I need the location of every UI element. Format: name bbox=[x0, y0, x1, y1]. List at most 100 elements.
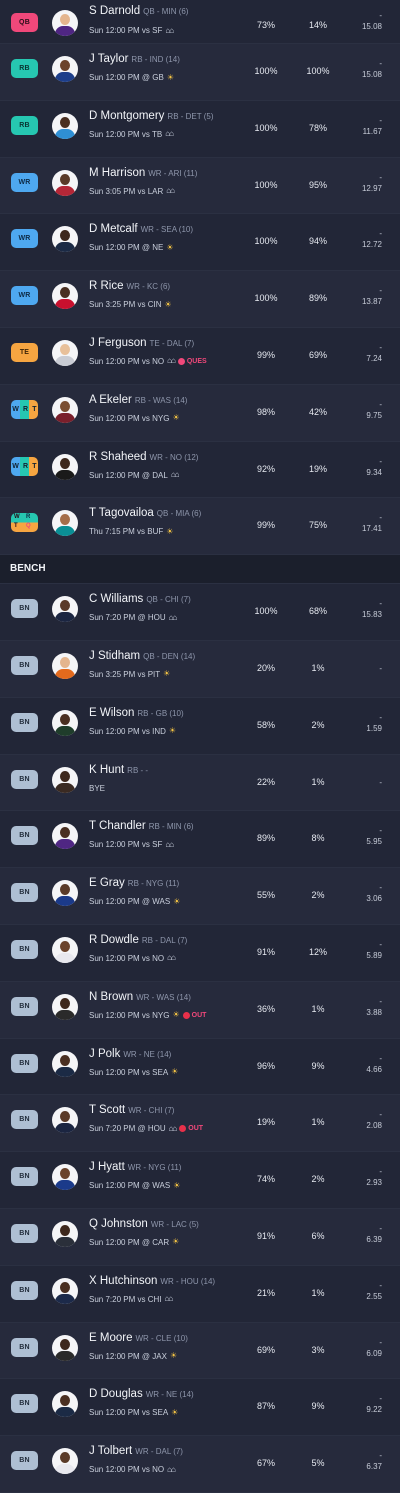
player-row[interactable]: RB D Montgomery RB - DET (5) Sun 12:00 PM v… bbox=[0, 100, 400, 158]
player-name-text[interactable]: D Metcalf bbox=[89, 223, 138, 235]
player-row[interactable]: WRT A Ekeler RB - WAS (14) Sun 12:00 PM vs … bbox=[0, 384, 400, 442]
position-badge[interactable]: BN bbox=[11, 1280, 38, 1300]
player-name-text[interactable]: K Hunt bbox=[89, 764, 124, 776]
player-row[interactable]: BN T Chandler RB - MIN (6) Sun 12:00 PM vs … bbox=[0, 811, 400, 869]
player-name[interactable]: T Chandler RB - MIN (6) bbox=[89, 820, 194, 832]
player-name-text[interactable]: N Brown bbox=[89, 991, 133, 1003]
player-row[interactable]: BN D Douglas WR - NE (14) Sun 12:00 PM vs S… bbox=[0, 1379, 400, 1437]
player-name-text[interactable]: X Hutchinson bbox=[89, 1275, 157, 1287]
player-name[interactable]: Q Johnston WR - LAC (5) bbox=[89, 1218, 199, 1230]
player-name[interactable]: E Wilson RB - GB (10) bbox=[89, 707, 184, 719]
player-row[interactable]: WRT R Shaheed WR - NO (12) Sun 12:00 PM @ D… bbox=[0, 441, 400, 499]
position-badge[interactable]: TE bbox=[11, 342, 38, 362]
player-row[interactable]: BN E Wilson RB - GB (10) Sun 12:00 PM vs IN… bbox=[0, 697, 400, 755]
player-name[interactable]: K Hunt RB - - bbox=[89, 764, 148, 776]
player-name[interactable]: T Scott WR - CHI (7) bbox=[89, 1104, 174, 1116]
player-name[interactable]: J Hyatt WR - NYG (11) bbox=[89, 1161, 181, 1173]
player-row[interactable]: BN E Moore WR - CLE (10) Sun 12:00 PM @ JAX… bbox=[0, 1322, 400, 1380]
player-name-text[interactable]: S Darnold bbox=[89, 5, 140, 17]
injury-status[interactable]: OUT bbox=[182, 1011, 206, 1019]
player-row[interactable]: BN J Polk WR - NE (14) Sun 12:00 PM vs SEA ☀… bbox=[0, 1038, 400, 1096]
position-badge[interactable]: BN bbox=[11, 826, 38, 846]
player-name[interactable]: J Stidham QB - DEN (14) bbox=[89, 650, 195, 662]
player-name-text[interactable]: R Dowdle bbox=[89, 934, 139, 946]
position-badge[interactable]: BN bbox=[11, 769, 38, 789]
player-row[interactable]: BN X Hutchinson WR - HOU (14) Sun 7:20 PM v… bbox=[0, 1265, 400, 1323]
player-name-text[interactable]: R Rice bbox=[89, 280, 124, 292]
player-row[interactable]: BN K Hunt RB - - BYE 22% 1% - bbox=[0, 754, 400, 812]
player-name[interactable]: N Brown WR - WAS (14) bbox=[89, 991, 191, 1003]
player-name-text[interactable]: J Taylor bbox=[89, 53, 128, 65]
position-badge[interactable]: BN bbox=[11, 655, 38, 675]
player-name-text[interactable]: J Polk bbox=[89, 1048, 120, 1060]
player-name-text[interactable]: Q Johnston bbox=[89, 1218, 148, 1230]
player-name-text[interactable]: E Moore bbox=[89, 1332, 132, 1344]
position-badge[interactable]: BN bbox=[11, 1223, 38, 1243]
player-name-text[interactable]: D Montgomery bbox=[89, 110, 164, 122]
player-name[interactable]: R Dowdle RB - DAL (7) bbox=[89, 934, 187, 946]
player-row[interactable]: WR T Q T Tagovailoa QB - MIA (6) Thu 7:15 PM … bbox=[0, 498, 400, 556]
position-badge[interactable]: WRT bbox=[11, 399, 38, 419]
player-name[interactable]: C Williams QB - CHI (7) bbox=[89, 593, 191, 605]
player-name[interactable]: A Ekeler RB - WAS (14) bbox=[89, 394, 187, 406]
player-name-text[interactable]: J Tolbert bbox=[89, 1445, 132, 1457]
position-badge[interactable]: BN bbox=[11, 1110, 38, 1130]
player-name-text[interactable]: E Wilson bbox=[89, 707, 134, 719]
position-badge[interactable]: BN bbox=[11, 1394, 38, 1414]
player-row[interactable]: BN R Dowdle RB - DAL (7) Sun 12:00 PM vs NO… bbox=[0, 924, 400, 982]
player-name[interactable]: J Polk WR - NE (14) bbox=[89, 1048, 171, 1060]
player-name-text[interactable]: J Hyatt bbox=[89, 1161, 125, 1173]
player-name-text[interactable]: E Gray bbox=[89, 877, 125, 889]
player-row[interactable]: WR R Rice WR - KC (6) Sun 3:25 PM vs CIN ☀ 10… bbox=[0, 271, 400, 328]
player-row[interactable]: BN C Williams QB - CHI (7) Sun 7:20 PM @ HO… bbox=[0, 584, 400, 641]
player-name[interactable]: M Harrison WR - ARI (11) bbox=[89, 167, 197, 179]
player-row[interactable]: RB J Taylor RB - IND (14) Sun 12:00 PM @ GB… bbox=[0, 44, 400, 101]
position-badge[interactable]: BN bbox=[11, 712, 38, 732]
player-row[interactable]: BN N Brown WR - WAS (14) Sun 12:00 PM vs NY… bbox=[0, 981, 400, 1039]
player-name[interactable]: E Moore WR - CLE (10) bbox=[89, 1332, 188, 1344]
player-name-text[interactable]: T Scott bbox=[89, 1104, 125, 1116]
position-badge[interactable]: BN bbox=[11, 883, 38, 903]
position-badge[interactable]: BN bbox=[11, 939, 38, 959]
player-name[interactable]: J Tolbert WR - DAL (7) bbox=[89, 1445, 183, 1457]
position-badge[interactable]: QB bbox=[11, 13, 38, 32]
player-name-text[interactable]: D Douglas bbox=[89, 1388, 143, 1400]
player-name[interactable]: X Hutchinson WR - HOU (14) bbox=[89, 1275, 215, 1287]
player-name[interactable]: D Douglas WR - NE (14) bbox=[89, 1388, 194, 1400]
position-badge[interactable]: WR T Q bbox=[11, 513, 38, 533]
player-row[interactable]: BN Q Johnston WR - LAC (5) Sun 12:00 PM @ C… bbox=[0, 1208, 400, 1266]
player-name[interactable]: S Darnold QB - MIN (6) bbox=[89, 5, 188, 17]
player-row[interactable]: BN J Tolbert WR - DAL (7) Sun 12:00 PM vs N… bbox=[0, 1436, 400, 1493]
position-badge[interactable]: WRT bbox=[11, 456, 38, 476]
player-name-text[interactable]: J Stidham bbox=[89, 650, 140, 662]
player-row[interactable]: WR D Metcalf WR - SEA (10) Sun 12:00 PM @ N… bbox=[0, 214, 400, 272]
player-name-text[interactable]: T Chandler bbox=[89, 820, 146, 832]
position-badge[interactable]: WR bbox=[11, 286, 38, 306]
player-name[interactable]: E Gray RB - NYG (11) bbox=[89, 877, 179, 889]
position-badge[interactable]: BN bbox=[11, 996, 38, 1016]
player-name-text[interactable]: J Ferguson bbox=[89, 337, 147, 349]
player-row[interactable]: BN J Stidham QB - DEN (14) Sun 3:25 PM vs P… bbox=[0, 640, 400, 698]
player-row[interactable]: QB S Darnold QB - MIN (6) Sun 12:00 PM vs S… bbox=[0, 0, 400, 44]
player-name-text[interactable]: C Williams bbox=[89, 593, 143, 605]
position-badge[interactable]: BN bbox=[11, 1053, 38, 1073]
position-badge[interactable]: BN bbox=[11, 1167, 38, 1187]
player-row[interactable]: BN E Gray RB - NYG (11) Sun 12:00 PM @ WAS ☀… bbox=[0, 868, 400, 925]
player-row[interactable]: TE J Ferguson TE - DAL (7) Sun 12:00 PM vs … bbox=[0, 327, 400, 385]
injury-status[interactable]: QUES bbox=[177, 357, 207, 365]
player-row[interactable]: BN T Scott WR - CHI (7) Sun 7:20 PM @ HOU ⌂⌂… bbox=[0, 1095, 400, 1153]
player-name[interactable]: T Tagovailoa QB - MIA (6) bbox=[89, 507, 201, 519]
position-badge[interactable]: RB bbox=[11, 59, 38, 78]
position-badge[interactable]: BN bbox=[11, 1337, 38, 1357]
injury-status[interactable]: OUT bbox=[179, 1125, 203, 1133]
position-badge[interactable]: WR bbox=[11, 172, 38, 192]
player-row[interactable]: BN J Hyatt WR - NYG (11) Sun 12:00 PM @ WAS… bbox=[0, 1152, 400, 1209]
player-row[interactable]: WR M Harrison WR - ARI (11) Sun 3:05 PM vs … bbox=[0, 157, 400, 215]
player-name-text[interactable]: R Shaheed bbox=[89, 451, 147, 463]
position-badge[interactable]: WR bbox=[11, 229, 38, 249]
position-badge[interactable]: BN bbox=[11, 1451, 38, 1471]
position-badge[interactable]: BN bbox=[11, 599, 38, 619]
player-name[interactable]: R Shaheed WR - NO (12) bbox=[89, 451, 198, 463]
player-name[interactable]: J Ferguson TE - DAL (7) bbox=[89, 337, 194, 349]
player-name[interactable]: R Rice WR - KC (6) bbox=[89, 280, 170, 292]
